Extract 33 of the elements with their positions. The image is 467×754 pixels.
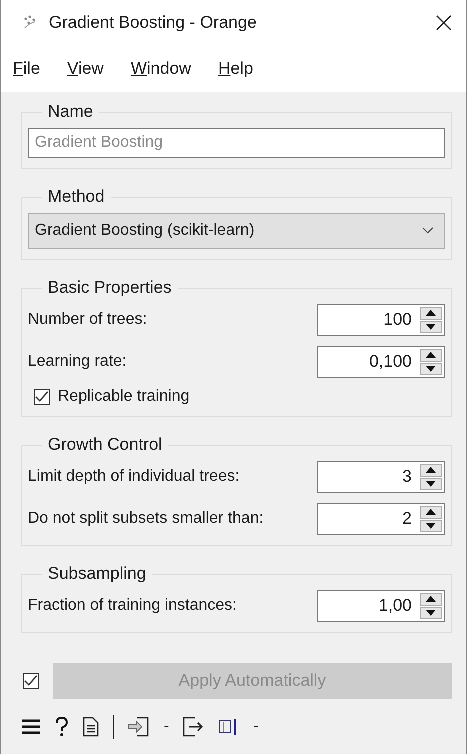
window-title: Gradient Boosting - Orange xyxy=(49,13,258,33)
output-icon[interactable] xyxy=(183,717,206,737)
help-icon[interactable] xyxy=(55,717,69,737)
menu-item[interactable]: View xyxy=(67,59,104,79)
group-title: Method xyxy=(47,187,106,207)
menu-item[interactable]: Window xyxy=(130,59,192,79)
menu-item[interactable]: Help xyxy=(218,59,254,79)
field-label: Limit depth of individual trees: xyxy=(28,468,240,486)
group-title: Growth Control xyxy=(47,435,164,455)
input-count: - xyxy=(164,718,170,736)
name-field[interactable]: Gradient Boosting xyxy=(28,128,445,158)
field-label: Number of trees: xyxy=(28,311,148,329)
group-title: Subsampling xyxy=(47,564,148,584)
spin-box[interactable]: 100 xyxy=(317,304,445,336)
menu-icon[interactable] xyxy=(21,719,41,735)
output-count: - xyxy=(253,718,259,736)
spin-box[interactable]: 1,00 xyxy=(317,590,445,622)
document-icon[interactable] xyxy=(83,717,99,737)
group-title: Name xyxy=(47,102,94,122)
field-label: Learning rate: xyxy=(28,353,127,371)
input-icon[interactable] xyxy=(128,717,150,737)
spin-box[interactable]: 3 xyxy=(317,461,445,493)
close-icon[interactable] xyxy=(436,15,452,31)
caret-icon xyxy=(422,227,434,235)
checkbox-label[interactable]: Replicable training xyxy=(58,388,190,406)
field-label: Do not split subsets smaller than: xyxy=(28,510,264,528)
method-dropdown[interactable]: Gradient Boosting (scikit-learn) xyxy=(28,213,445,249)
menu-item[interactable]: File xyxy=(13,59,40,79)
spin-box[interactable]: 2 xyxy=(317,503,445,535)
spin-box[interactable]: 0,100 xyxy=(317,346,445,378)
group-title: Basic Properties xyxy=(47,278,173,298)
field-label: Fraction of training instances: xyxy=(28,597,237,615)
checkbox[interactable] xyxy=(34,389,50,405)
